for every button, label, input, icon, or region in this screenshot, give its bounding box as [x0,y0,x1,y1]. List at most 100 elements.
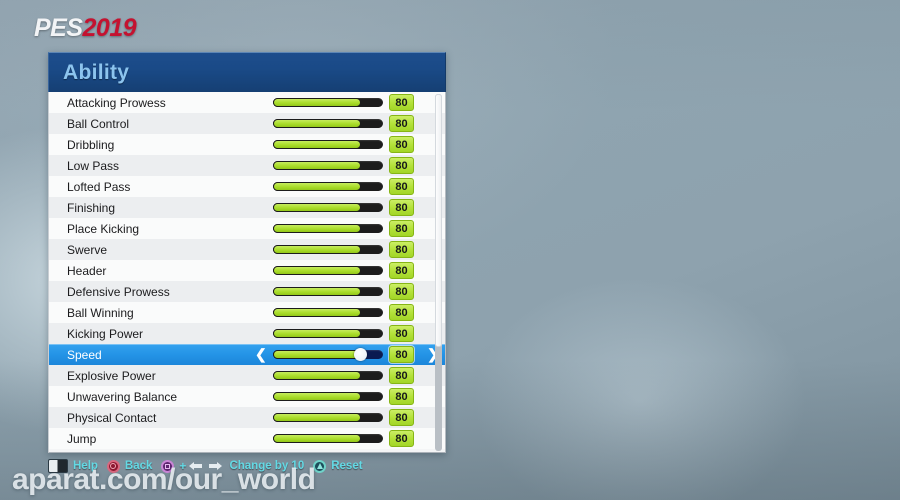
ability-value-badge: 80 [389,346,414,363]
ability-row-label: Ball Winning [67,305,134,320]
ability-row[interactable]: Swerve 80 [49,239,445,260]
ability-slider[interactable] [273,245,383,254]
ability-slider[interactable] [273,203,383,212]
ability-row-label: Speed [67,347,102,362]
ability-slider[interactable] [273,371,383,380]
chevron-left-icon[interactable]: ❮ [255,347,267,361]
ability-row-label: Lofted Pass [67,179,131,194]
ability-row-label: Explosive Power [67,368,156,383]
ability-row[interactable]: Explosive Power 80 [49,365,445,386]
ability-slider[interactable] [273,266,383,275]
ability-row[interactable]: Place Kicking 80 [49,218,445,239]
ability-row[interactable]: Lofted Pass 80 [49,176,445,197]
ability-value-badge: 80 [389,409,414,426]
ability-value-badge: 80 [389,325,414,342]
ability-value-badge: 80 [389,178,414,195]
ability-value-badge: 80 [389,220,414,237]
ability-slider-fill [273,392,361,401]
page-title: Ability [63,60,130,84]
ability-value-badge: 80 [389,199,414,216]
ability-slider[interactable] [273,119,383,128]
ability-slider-fill [273,434,361,443]
ability-slider[interactable] [273,224,383,233]
ability-slider-fill [273,266,361,275]
ability-row[interactable]: Physical Contact 80 [49,407,445,428]
ability-slider[interactable] [273,287,383,296]
ability-slider[interactable] [273,329,383,338]
ability-slider[interactable] [273,98,383,107]
ability-row-label: Ball Control [67,116,130,131]
watermark: aparat.com/our_world [12,463,316,496]
ability-value-badge: 80 [389,283,414,300]
ability-value-badge: 80 [389,136,414,153]
ability-slider[interactable] [273,434,383,443]
ability-slider-fill [273,224,361,233]
hint-reset[interactable]: Reset [313,459,371,473]
ability-value-badge: 80 [389,94,414,111]
ability-list[interactable]: Attacking Prowess 80 Ball Control 80 Dribbli… [48,92,446,453]
ability-row-label: Attacking Prowess [67,95,166,110]
ability-slider-fill [273,413,361,422]
ability-row-label: Jump [67,431,97,446]
ability-row-label: Unwavering Balance [67,389,178,404]
ability-slider[interactable] [273,161,383,170]
ability-slider-fill [273,329,361,338]
ability-slider-fill [273,308,361,317]
ability-value-badge: 80 [389,157,414,174]
ability-value-badge: 80 [389,430,414,447]
ability-slider-fill [273,119,361,128]
ability-slider[interactable] [273,413,383,422]
ability-value-badge: 80 [389,241,414,258]
ability-row[interactable]: Low Pass 80 [49,155,445,176]
ability-slider[interactable] [273,182,383,191]
ability-row-label: Kicking Power [67,326,144,341]
ability-row[interactable]: Kicking Power 80 [49,323,445,344]
ability-slider-fill [273,287,361,296]
ability-slider[interactable] [273,308,383,317]
ability-value-badge: 80 [389,367,414,384]
ability-row-label: Place Kicking [67,221,140,236]
ability-row[interactable]: Ball Winning 80 [49,302,445,323]
ability-row[interactable]: Defensive Prowess 80 [49,281,445,302]
ability-row-label: Defensive Prowess [67,284,170,299]
ability-row[interactable]: Ball Control 80 [49,113,445,134]
ability-slider-fill [273,182,361,191]
panel-header: Ability [48,52,446,92]
ability-panel: Ability Attacking Prowess 80 Ball Control 8… [48,52,446,453]
logo-brand-text: PES [34,14,83,42]
rows-container: Attacking Prowess 80 Ball Control 80 Dribbli… [49,92,445,449]
ability-row-label: Header [67,263,107,278]
logo-year-text: 2019 [82,14,137,42]
ability-value-badge: 80 [389,115,414,132]
ability-slider-fill [273,98,361,107]
ability-slider-fill [273,161,361,170]
ability-row[interactable]: Speed ❮ ❯ 80 [49,344,445,365]
ability-row-label: Dribbling [67,137,115,152]
ability-row-label: Finishing [67,200,116,215]
ability-slider-fill [273,245,361,254]
ability-value-badge: 80 [389,388,414,405]
ability-row[interactable]: Jump 80 [49,428,445,449]
ability-slider[interactable] [273,140,383,149]
scrollbar-thumb[interactable] [435,94,442,347]
ability-row[interactable]: Header 80 [49,260,445,281]
ability-slider[interactable] [273,348,383,361]
ability-row[interactable]: Attacking Prowess 80 [49,92,445,113]
hint-reset-label: Reset [331,460,363,472]
ability-slider[interactable] [273,392,383,401]
ability-value-badge: 80 [389,304,414,321]
ability-row-label: Low Pass [67,158,120,173]
ability-slider-fill [273,371,361,380]
ability-row-label: Swerve [67,242,108,257]
ability-value-badge: 80 [389,262,414,279]
pes-logo: PES2019 [34,14,137,42]
ability-row[interactable]: Dribbling 80 [49,134,445,155]
scrollbar-track[interactable] [435,94,442,451]
ability-slider-fill [273,203,361,212]
ability-slider-fill [273,140,361,149]
ability-slider-knob[interactable] [354,348,367,361]
ability-row[interactable]: Unwavering Balance 80 [49,386,445,407]
ability-row-label: Physical Contact [67,410,157,425]
ability-slider-fill [273,350,361,359]
ability-row[interactable]: Finishing 80 [49,197,445,218]
